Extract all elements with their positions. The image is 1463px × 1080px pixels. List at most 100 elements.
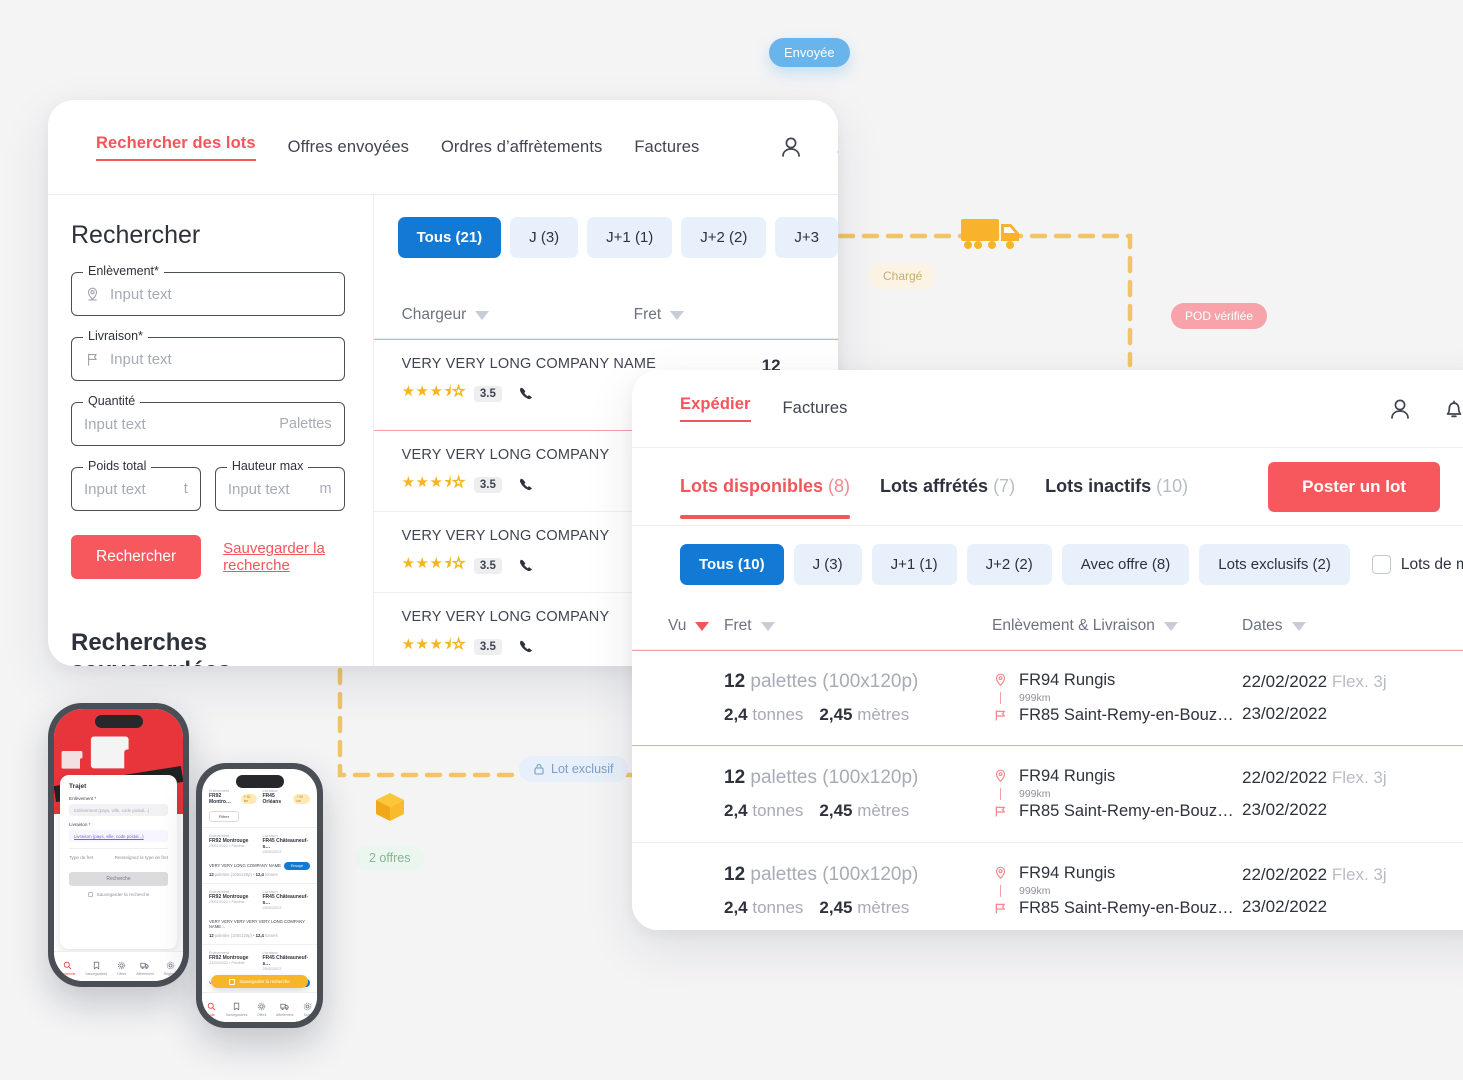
pickup-field[interactable]: Enlèvement* Input text — [71, 264, 345, 316]
phone1-search-button[interactable]: Recherche — [69, 872, 168, 886]
save-search-link[interactable]: Sauvegarder la recherche — [223, 540, 344, 574]
phone1-save-search[interactable]: Sauvegarder la recherche — [69, 892, 168, 897]
nav-item-rechercher-des-lots[interactable]: Rechercher des lots — [96, 134, 256, 161]
box-icon — [373, 790, 407, 824]
total-weight-placeholder: Input text — [84, 480, 146, 498]
max-height-unit: m — [319, 481, 332, 497]
chevron-down-icon[interactable] — [760, 621, 775, 631]
phone1-tab-recherche[interactable]: Recherche — [59, 961, 75, 976]
column-header-chargeur[interactable]: Chargeur — [402, 306, 634, 324]
nav-item-factures[interactable]: Factures — [783, 399, 848, 418]
status-badge-pod: POD vérifiée — [1171, 303, 1268, 329]
filter-pill-j1[interactable]: J+1 (1) — [587, 217, 673, 258]
phone1-freight-type-row[interactable]: Type de fret Renseignez le type de fret — [69, 848, 168, 866]
phone2-item-company: VERY VERY LONG COMPANY NAME — [209, 863, 281, 868]
phone2-item-weight-unit: tonnes — [264, 933, 278, 938]
star-rating-icon: ★★★⯨☆ — [401, 383, 466, 401]
checkbox-icon[interactable] — [87, 892, 93, 897]
total-weight-field[interactable]: Poids total Input text t — [71, 459, 201, 511]
phone1-tab-reglages[interactable]: Réglages — [164, 961, 178, 976]
phone2-filter-button[interactable]: Filtrer — [209, 811, 239, 822]
screenshot-stage: Envoyée Chargé POD vérifiée Lot exclusif… — [0, 0, 1463, 1080]
phone2-list-item[interactable]: Enlèvement FR92 Montrouge 23/02/2022 • Fle… — [202, 883, 317, 944]
phone-icon[interactable] — [517, 556, 536, 575]
pin-icon — [992, 865, 1009, 882]
chevron-down-icon[interactable] — [695, 621, 710, 631]
search-button[interactable]: Rechercher — [71, 535, 202, 579]
bell-icon[interactable] — [831, 133, 838, 161]
phone2-tab-suivi[interactable]: Suivi — [303, 1002, 312, 1017]
nav-item-factures[interactable]: Factures — [634, 138, 699, 157]
row-weight: 2,4 — [724, 705, 748, 724]
phone1-tab-affretement[interactable]: Affrètement — [136, 961, 154, 976]
user-icon[interactable] — [777, 133, 805, 161]
phone1-pickup-input[interactable]: Enlèvement (pays, ville, code postal...) — [69, 804, 168, 816]
phone1-tab-sauvegardees[interactable]: Sauvegardées — [85, 961, 107, 976]
filter-pill-avec-offre[interactable]: Avec offre (8) — [1061, 544, 1190, 585]
chevron-down-icon[interactable] — [670, 310, 685, 320]
phone1-delivery-input[interactable]: Livraison (pays, ville, code postal...) — [69, 830, 168, 842]
phone2-tab-offres[interactable]: Offres — [257, 1002, 266, 1017]
post-lot-button[interactable]: Poster un lot — [1268, 461, 1441, 512]
phone2-save-search-toast[interactable]: Sauvegarder la recherche — [211, 975, 308, 988]
row-date-to: 23/02/2022 — [1242, 704, 1328, 723]
nav-item-offres-envoyees[interactable]: Offres envoyées — [288, 138, 409, 157]
phone-mockup-search: Trajet Enlèvement * Enlèvement (pays, vi… — [48, 703, 189, 987]
max-height-field[interactable]: Hauteur max Input text m — [214, 459, 345, 511]
row-pickup: FR94 Rungis — [1019, 671, 1116, 689]
table-row[interactable]: 12 palettes (100x120p) 2,4 tonnes 2,45 mè… — [632, 842, 1463, 930]
phone-icon[interactable] — [517, 637, 536, 656]
quantity-field[interactable]: Quantité Input text Palettes — [71, 394, 345, 446]
nav-item-ordres-affretements[interactable]: Ordres d’affrètements — [441, 138, 602, 157]
column-header-enlevement-livraison[interactable]: Enlèvement & Livraison — [992, 617, 1242, 635]
phone2-route-from[interactable]: Enlèvement FR92 Montro… + 50 km — [209, 789, 257, 805]
filter-pill-j[interactable]: J (3) — [510, 217, 579, 258]
nav-item-expedier[interactable]: Expédier — [680, 395, 751, 422]
column-header-vu[interactable]: Vu — [650, 617, 724, 635]
filter-pill-tous[interactable]: Tous (21) — [397, 217, 502, 258]
phone2-tab-affretement[interactable]: Affrètement — [276, 1002, 293, 1017]
chevron-down-icon[interactable] — [475, 310, 490, 320]
results-table-header: Chargeur Fret — [373, 282, 838, 339]
chevron-down-icon[interactable] — [1163, 621, 1178, 631]
tab-lots-affretes[interactable]: Lots affrétés (7) — [880, 476, 1015, 497]
table-row[interactable]: 12 palettes (100x120p) 2,4 tonnes 2,45 mè… — [632, 746, 1463, 842]
phone-icon[interactable] — [517, 384, 536, 403]
filter-pill-lots-exclusifs[interactable]: Lots exclusifs (2) — [1199, 544, 1350, 585]
phone2-tab-sauvegardees[interactable]: Sauvegardées — [226, 1002, 247, 1017]
phone2-item-qty: 12 — [209, 872, 214, 877]
filter-pill-tous[interactable]: Tous (10) — [680, 544, 784, 585]
phone2-tab-lots[interactable]: Lots — [207, 1002, 216, 1017]
bell-icon[interactable] — [1440, 395, 1463, 423]
phone1-tab-offres[interactable]: Offres — [117, 961, 126, 976]
phone1-tab-affretement-label: Affrètement — [136, 971, 154, 976]
phone1-screen: Trajet Enlèvement * Enlèvement (pays, vi… — [54, 709, 183, 981]
settings-icon — [166, 961, 175, 970]
search-actions: Rechercher Sauvegarder la recherche — [71, 535, 345, 579]
truck-icon — [140, 961, 150, 970]
filter-pill-j[interactable]: J (3) — [793, 544, 862, 585]
status-badge-lot-exclusif: Lot exclusif — [519, 756, 628, 782]
user-icon[interactable] — [1386, 395, 1414, 423]
tab-lots-disponibles[interactable]: Lots disponibles (8) — [680, 476, 851, 519]
phone2-item-badge[interactable]: Envoyé — [284, 861, 310, 870]
filter-pill-j3[interactable]: J+3 — [775, 217, 838, 258]
lots-de-mon-checkbox[interactable] — [1371, 555, 1391, 574]
phone2-list-item[interactable]: Enlèvement FR92 Montrouge 23/02/2022 • Fle… — [202, 827, 317, 883]
filter-pill-j2[interactable]: J+2 (2) — [681, 217, 767, 258]
delivery-field[interactable]: Livraison* Input text — [71, 329, 345, 381]
filter-pill-j2[interactable]: J+2 (2) — [966, 544, 1052, 585]
table-row[interactable]: 12 palettes (100x120p) 2,4 tonnes 2,45 mè… — [632, 650, 1463, 746]
column-header-fret[interactable]: Fret — [724, 617, 992, 635]
phone2-route-to[interactable]: Livraison FR45 Orléans + 50 km — [263, 789, 310, 805]
row-route: FR94 Rungis 999km FR85 Saint-Remy-en-Bou… — [992, 864, 1242, 918]
phone2-tab-suivi-label: Suivi — [303, 1012, 312, 1017]
phone1-tab-reglages-label: Réglages — [163, 971, 178, 976]
column-header-fret[interactable]: Fret — [634, 306, 685, 324]
row-route: FR94 Rungis 999km FR85 Saint-Remy-en-Bou… — [992, 767, 1242, 821]
column-header-dates[interactable]: Dates — [1242, 617, 1432, 635]
chevron-down-icon[interactable] — [1291, 621, 1306, 631]
filter-pill-j1[interactable]: J+1 (1) — [871, 544, 957, 585]
tab-lots-inactifs[interactable]: Lots inactifs (10) — [1045, 476, 1188, 497]
phone-icon[interactable] — [517, 475, 536, 494]
